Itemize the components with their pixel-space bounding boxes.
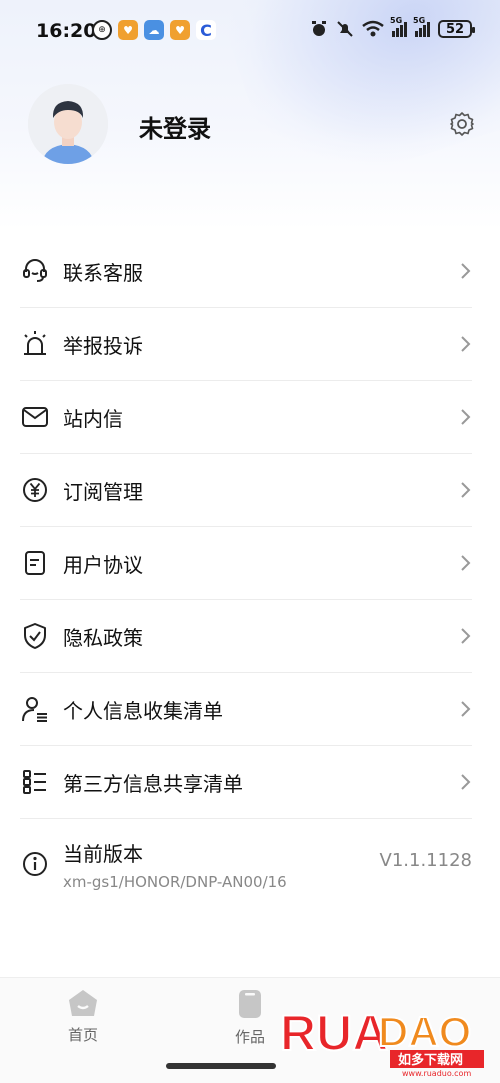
chevron-right-icon: [461, 263, 471, 279]
menu-item-third-party-sharing[interactable]: 第三方信息共享清单: [20, 746, 472, 819]
menu-item-label: 隐私政策: [63, 625, 143, 650]
svg-text:www.ruaduo.com: www.ruaduo.com: [402, 1069, 471, 1078]
watermark-logo: RUA DAO 如多下载网 www.ruaduo.com: [279, 998, 490, 1078]
default-avatar-icon: [28, 84, 108, 164]
speed-notification-icon: ⊕: [92, 20, 112, 40]
menu-item-label: 联系客服: [63, 260, 143, 285]
menu-item-label: 用户协议: [63, 552, 143, 577]
signal-icon-1: 5G: [390, 16, 407, 37]
menu-item-report[interactable]: 举报投诉: [20, 308, 472, 381]
status-time: 16:20: [36, 20, 97, 42]
signal-label-2: 5G: [413, 15, 426, 25]
system-icons: 5G 5G 52: [310, 16, 475, 38]
tab-home[interactable]: 首页: [33, 988, 133, 1045]
chevron-right-icon: [461, 555, 471, 571]
username-label[interactable]: 未登录: [139, 109, 211, 144]
menu-item-version: 当前版本 xm-gs1/HONOR/DNP-AN00/16 V1.1.1128: [20, 819, 472, 909]
shield-check-icon: [20, 621, 50, 651]
info-icon: [20, 849, 50, 879]
menu-item-label: 站内信: [63, 406, 123, 431]
chevron-right-icon: [461, 701, 471, 717]
settings-gear-icon[interactable]: [449, 111, 475, 137]
menu-item-label: 举报投诉: [63, 333, 143, 358]
chevron-right-icon: [461, 628, 471, 644]
c-app-icon: C: [196, 20, 216, 40]
tab-label: 首页: [67, 1026, 98, 1044]
svg-text:DAO: DAO: [378, 1008, 471, 1055]
avatar[interactable]: [28, 84, 108, 164]
menu-item-personal-info-list[interactable]: 个人信息收集清单: [20, 673, 472, 746]
svg-text:RUA: RUA: [280, 1005, 388, 1061]
chevron-right-icon: [461, 774, 471, 790]
menu-item-inbox[interactable]: 站内信: [20, 381, 472, 454]
alarm-icon: [312, 21, 326, 36]
home-indicator[interactable]: [166, 1063, 276, 1069]
chevron-right-icon: [461, 336, 471, 352]
menu-item-privacy-policy[interactable]: 隐私政策: [20, 600, 472, 673]
menu-item-subscription[interactable]: 订阅管理: [20, 454, 472, 527]
headset-icon: [20, 256, 50, 286]
version-texts: 当前版本 xm-gs1/HONOR/DNP-AN00/16: [63, 838, 287, 891]
menu-item-contact-service[interactable]: 联系客服: [20, 235, 472, 308]
menu-item-label: 个人信息收集清单: [63, 698, 223, 723]
chevron-right-icon: [461, 409, 471, 425]
user-list-icon: [20, 694, 50, 724]
signal-icon-2: 5G: [413, 16, 430, 37]
tab-label: 作品: [234, 1028, 265, 1046]
chevron-right-icon: [461, 482, 471, 498]
menu-item-label: 订阅管理: [63, 479, 143, 504]
ruandao-logo-icon: RUA DAO 如多下载网 www.ruaduo.com: [279, 1004, 484, 1078]
menu-item-user-agreement[interactable]: 用户协议: [20, 527, 472, 600]
version-number: V1.1.1128: [379, 850, 472, 871]
weather-notification-icon: ☁: [144, 20, 164, 40]
works-icon: [239, 990, 261, 1018]
settings-menu: 联系客服 举报投诉 站内信 订阅管理 用户协议 隐私政策 个人信息收集清单 第三…: [0, 235, 500, 909]
version-title: 当前版本: [63, 841, 143, 866]
mail-icon: [20, 402, 50, 432]
home-icon: [69, 990, 97, 1016]
alarm-light-icon: [20, 329, 50, 359]
status-bar: 16:20 ⊕ ♥ ☁ ♥ C 5G 5G 52: [0, 0, 500, 64]
battery-indicator: 52: [438, 20, 475, 38]
notification-icons: ⊕ ♥ ☁ ♥ C: [92, 20, 216, 40]
list-icon: [20, 767, 50, 797]
wifi-icon: [362, 20, 384, 37]
signal-label-1: 5G: [390, 15, 403, 25]
app-notification-icon-2: ♥: [170, 20, 190, 40]
menu-item-label: 第三方信息共享清单: [63, 771, 243, 796]
version-build-info: xm-gs1/HONOR/DNP-AN00/16: [63, 872, 287, 891]
document-icon: [20, 548, 50, 578]
yuan-icon: [20, 475, 50, 505]
app-notification-icon: ♥: [118, 20, 138, 40]
svg-text:如多下载网: 如多下载网: [398, 1052, 463, 1068]
mute-icon: [337, 21, 353, 37]
